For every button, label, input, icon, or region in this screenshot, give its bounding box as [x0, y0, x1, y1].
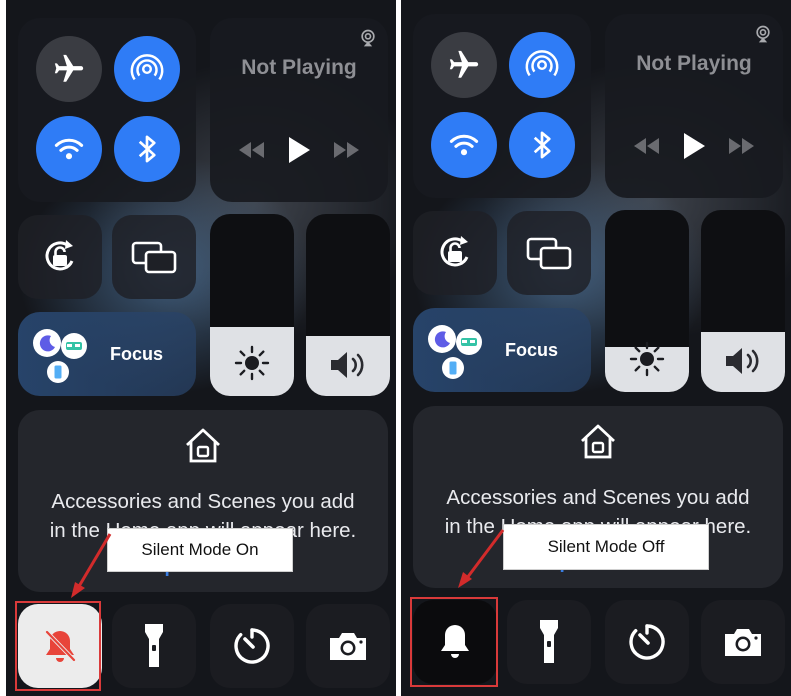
wifi-icon — [54, 138, 84, 160]
camera-button[interactable] — [701, 600, 785, 684]
focus-label: Focus — [110, 344, 164, 364]
bluetooth-button[interactable] — [114, 116, 180, 182]
camera-icon — [330, 633, 366, 660]
now-playing-tile[interactable]: Not Playing — [605, 14, 783, 198]
airplane-icon — [54, 54, 84, 82]
bluetooth-icon — [138, 135, 156, 163]
airplane-icon — [449, 50, 479, 78]
silent-mode-callout: Silent Mode Off — [503, 524, 709, 570]
timer-icon — [629, 624, 665, 660]
now-playing-title: Not Playing — [636, 52, 752, 75]
focus-label: Focus — [505, 340, 559, 360]
bed-icon — [456, 329, 482, 355]
wifi-icon — [449, 134, 479, 156]
silent-mode-highlight — [410, 597, 498, 687]
focus-button[interactable]: Focus — [413, 308, 591, 392]
screen-mirroring-icon — [131, 241, 177, 274]
wifi-button[interactable] — [431, 112, 497, 178]
control-center-silent-on: Not Playing Focus Accessories and Scenes… — [6, 0, 396, 696]
home-message-line-1: Accessories and Scenes you add — [51, 490, 355, 513]
bluetooth-icon — [533, 131, 551, 159]
volume-slider[interactable] — [701, 210, 785, 392]
silent-mode-callout: Silent Mode On — [107, 528, 293, 572]
play-icon[interactable] — [682, 132, 706, 160]
brightness-slider[interactable] — [210, 214, 294, 396]
rewind-icon[interactable] — [632, 137, 660, 155]
orientation-lock-icon — [440, 236, 469, 267]
silent-mode-highlight — [15, 601, 101, 691]
flashlight-button[interactable] — [112, 604, 196, 688]
play-icon[interactable] — [287, 136, 311, 164]
airplane-mode-button[interactable] — [36, 36, 102, 102]
bluetooth-button[interactable] — [509, 112, 575, 178]
camera-icon — [725, 629, 761, 656]
orientation-lock-button[interactable] — [413, 211, 497, 295]
screen-mirroring-button[interactable] — [507, 211, 591, 295]
rewind-icon[interactable] — [237, 141, 265, 159]
fast-forward-icon[interactable] — [728, 137, 756, 155]
speaker-icon — [726, 348, 759, 374]
wifi-button[interactable] — [36, 116, 102, 182]
connectivity-tile — [413, 14, 591, 198]
phone-icon — [47, 361, 69, 383]
timer-icon — [234, 628, 270, 664]
orientation-lock-icon — [45, 240, 74, 271]
focus-button[interactable]: Focus — [18, 312, 196, 396]
airdrop-icon — [130, 54, 164, 81]
flashlight-icon — [145, 624, 163, 667]
moon-icon — [428, 325, 456, 353]
screen-mirroring-icon — [526, 237, 572, 270]
home-icon — [186, 428, 220, 463]
callout-arrow — [458, 529, 505, 588]
volume-slider[interactable] — [306, 214, 390, 396]
orientation-lock-button[interactable] — [18, 215, 102, 299]
brightness-slider[interactable] — [605, 210, 689, 392]
sun-icon — [629, 341, 665, 377]
airdrop-icon — [525, 50, 559, 77]
control-center-silent-off: Not Playing Focus Accessories and Scenes… — [401, 0, 791, 696]
airplay-icon[interactable] — [753, 24, 773, 44]
flashlight-button[interactable] — [507, 600, 591, 684]
airplane-mode-button[interactable] — [431, 32, 497, 98]
airdrop-button[interactable] — [114, 36, 180, 102]
phone-icon — [442, 357, 464, 379]
flashlight-icon — [540, 620, 558, 663]
callout-arrow — [71, 533, 112, 598]
now-playing-title: Not Playing — [241, 56, 357, 79]
airplay-icon[interactable] — [358, 28, 378, 48]
bed-icon — [61, 333, 87, 359]
moon-icon — [33, 329, 61, 357]
connectivity-tile — [18, 18, 196, 202]
camera-button[interactable] — [306, 604, 390, 688]
sun-icon — [234, 345, 270, 381]
airdrop-button[interactable] — [509, 32, 575, 98]
timer-button[interactable] — [605, 600, 689, 684]
home-icon — [581, 424, 615, 459]
timer-button[interactable] — [210, 604, 294, 688]
speaker-icon — [331, 352, 364, 378]
fast-forward-icon[interactable] — [333, 141, 361, 159]
now-playing-tile[interactable]: Not Playing — [210, 18, 388, 202]
home-message-line-1: Accessories and Scenes you add — [446, 486, 750, 509]
screen-mirroring-button[interactable] — [112, 215, 196, 299]
